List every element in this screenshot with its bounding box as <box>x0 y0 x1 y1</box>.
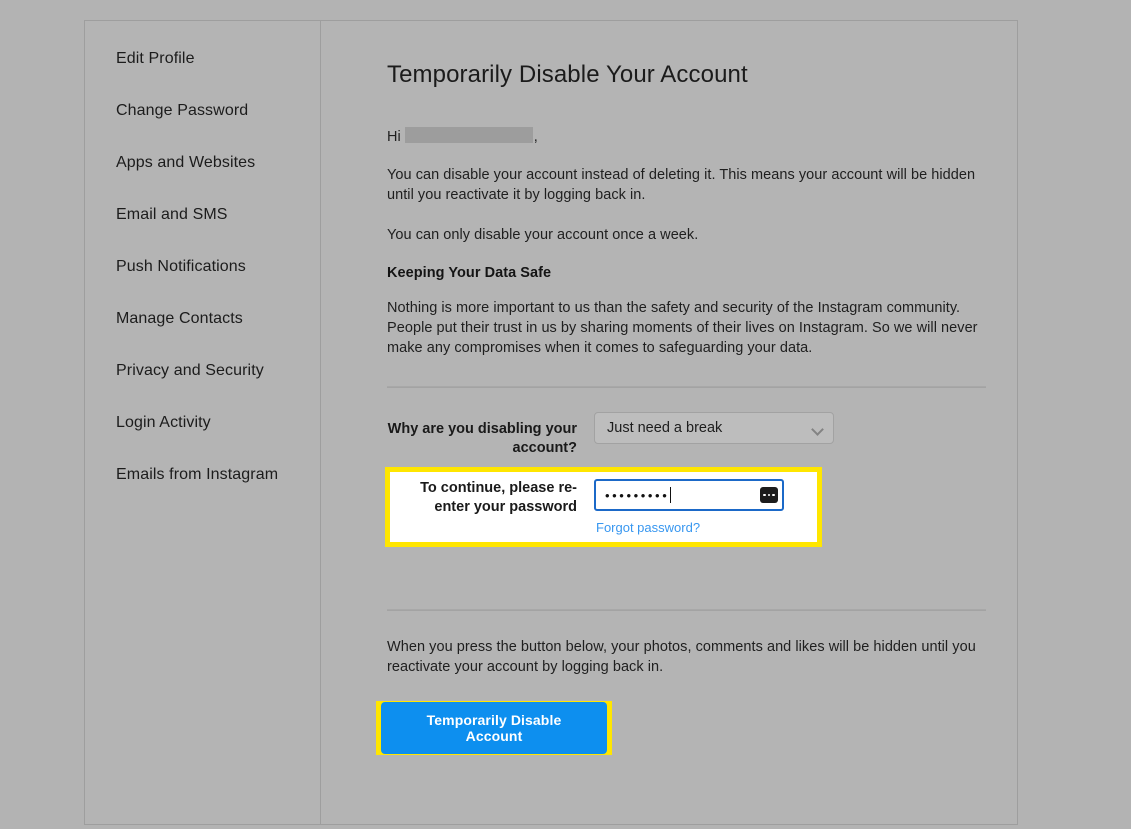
forgot-password-link[interactable]: Forgot password? <box>596 520 784 535</box>
main-content: Temporarily Disable Your Account Hi , Yo… <box>321 21 1019 824</box>
password-column: ••••••••• Forgot password? <box>594 479 784 535</box>
sidebar-item-label: Manage Contacts <box>116 310 243 327</box>
sidebar-item-label: Emails from Instagram <box>116 466 279 483</box>
password-label: To continue, please re-enter your passwo… <box>420 480 577 515</box>
settings-sidebar: Edit Profile Change Password Apps and We… <box>85 21 321 824</box>
greeting-row: Hi , <box>387 125 986 145</box>
disable-button-highlight-box: Temporarily Disable Account <box>376 701 612 755</box>
sidebar-item-login-activity[interactable]: Login Activity <box>85 397 320 449</box>
closing-paragraph: When you press the button below, your ph… <box>387 639 976 675</box>
reason-row: Why are you disabling your account? Just… <box>387 412 986 458</box>
sidebar-item-label: Apps and Websites <box>116 154 256 171</box>
password-autofill-icon[interactable] <box>760 487 778 503</box>
intro-paragraph: You can disable your account instead of … <box>387 167 976 203</box>
password-dots: ••••••••• <box>605 487 670 503</box>
sidebar-item-edit-profile[interactable]: Edit Profile <box>85 33 320 85</box>
divider-top <box>387 386 986 388</box>
sidebar-item-emails-from-instagram[interactable]: Emails from Instagram <box>85 449 320 501</box>
redacted-username <box>404 127 533 143</box>
sidebar-item-privacy-and-security[interactable]: Privacy and Security <box>85 345 320 397</box>
text-caret <box>670 487 672 503</box>
disable-form: Why are you disabling your account? Just… <box>385 412 986 611</box>
password-masked-value: ••••••••• <box>605 487 672 503</box>
sidebar-item-change-password[interactable]: Change Password <box>85 85 320 137</box>
divider-bottom <box>387 609 986 611</box>
sidebar-item-label: Privacy and Security <box>116 362 264 379</box>
reason-select-value: Just need a break <box>607 420 723 436</box>
dot <box>767 493 771 497</box>
reason-select[interactable]: Just need a break <box>594 412 834 444</box>
data-safe-heading: Keeping Your Data Safe <box>387 265 552 281</box>
greeting-prefix: Hi <box>387 129 401 145</box>
chevron-down-icon <box>812 425 823 432</box>
sidebar-item-label: Push Notifications <box>116 258 246 275</box>
temporarily-disable-account-button[interactable]: Temporarily Disable Account <box>381 702 607 754</box>
dot <box>772 493 775 497</box>
sidebar-item-label: Change Password <box>116 102 249 119</box>
sidebar-item-push-notifications[interactable]: Push Notifications <box>85 241 320 293</box>
sidebar-item-label: Login Activity <box>116 414 211 431</box>
reason-label: Why are you disabling your account? <box>387 421 577 456</box>
page-title: Temporarily Disable Your Account <box>387 61 748 88</box>
dot <box>763 493 766 497</box>
settings-card: Edit Profile Change Password Apps and We… <box>84 20 1018 825</box>
sidebar-item-label: Edit Profile <box>116 50 195 67</box>
sidebar-item-email-and-sms[interactable]: Email and SMS <box>85 189 320 241</box>
sidebar-item-manage-contacts[interactable]: Manage Contacts <box>85 293 320 345</box>
sidebar-item-apps-and-websites[interactable]: Apps and Websites <box>85 137 320 189</box>
frequency-note: You can only disable your account once a… <box>387 227 699 243</box>
password-input[interactable]: ••••••••• <box>594 479 784 511</box>
sidebar-item-label: Email and SMS <box>116 206 228 223</box>
password-row: To continue, please re-enter your passwo… <box>390 472 817 535</box>
data-safe-paragraph: Nothing is more important to us than the… <box>387 300 978 356</box>
greeting-suffix: , <box>533 129 538 145</box>
